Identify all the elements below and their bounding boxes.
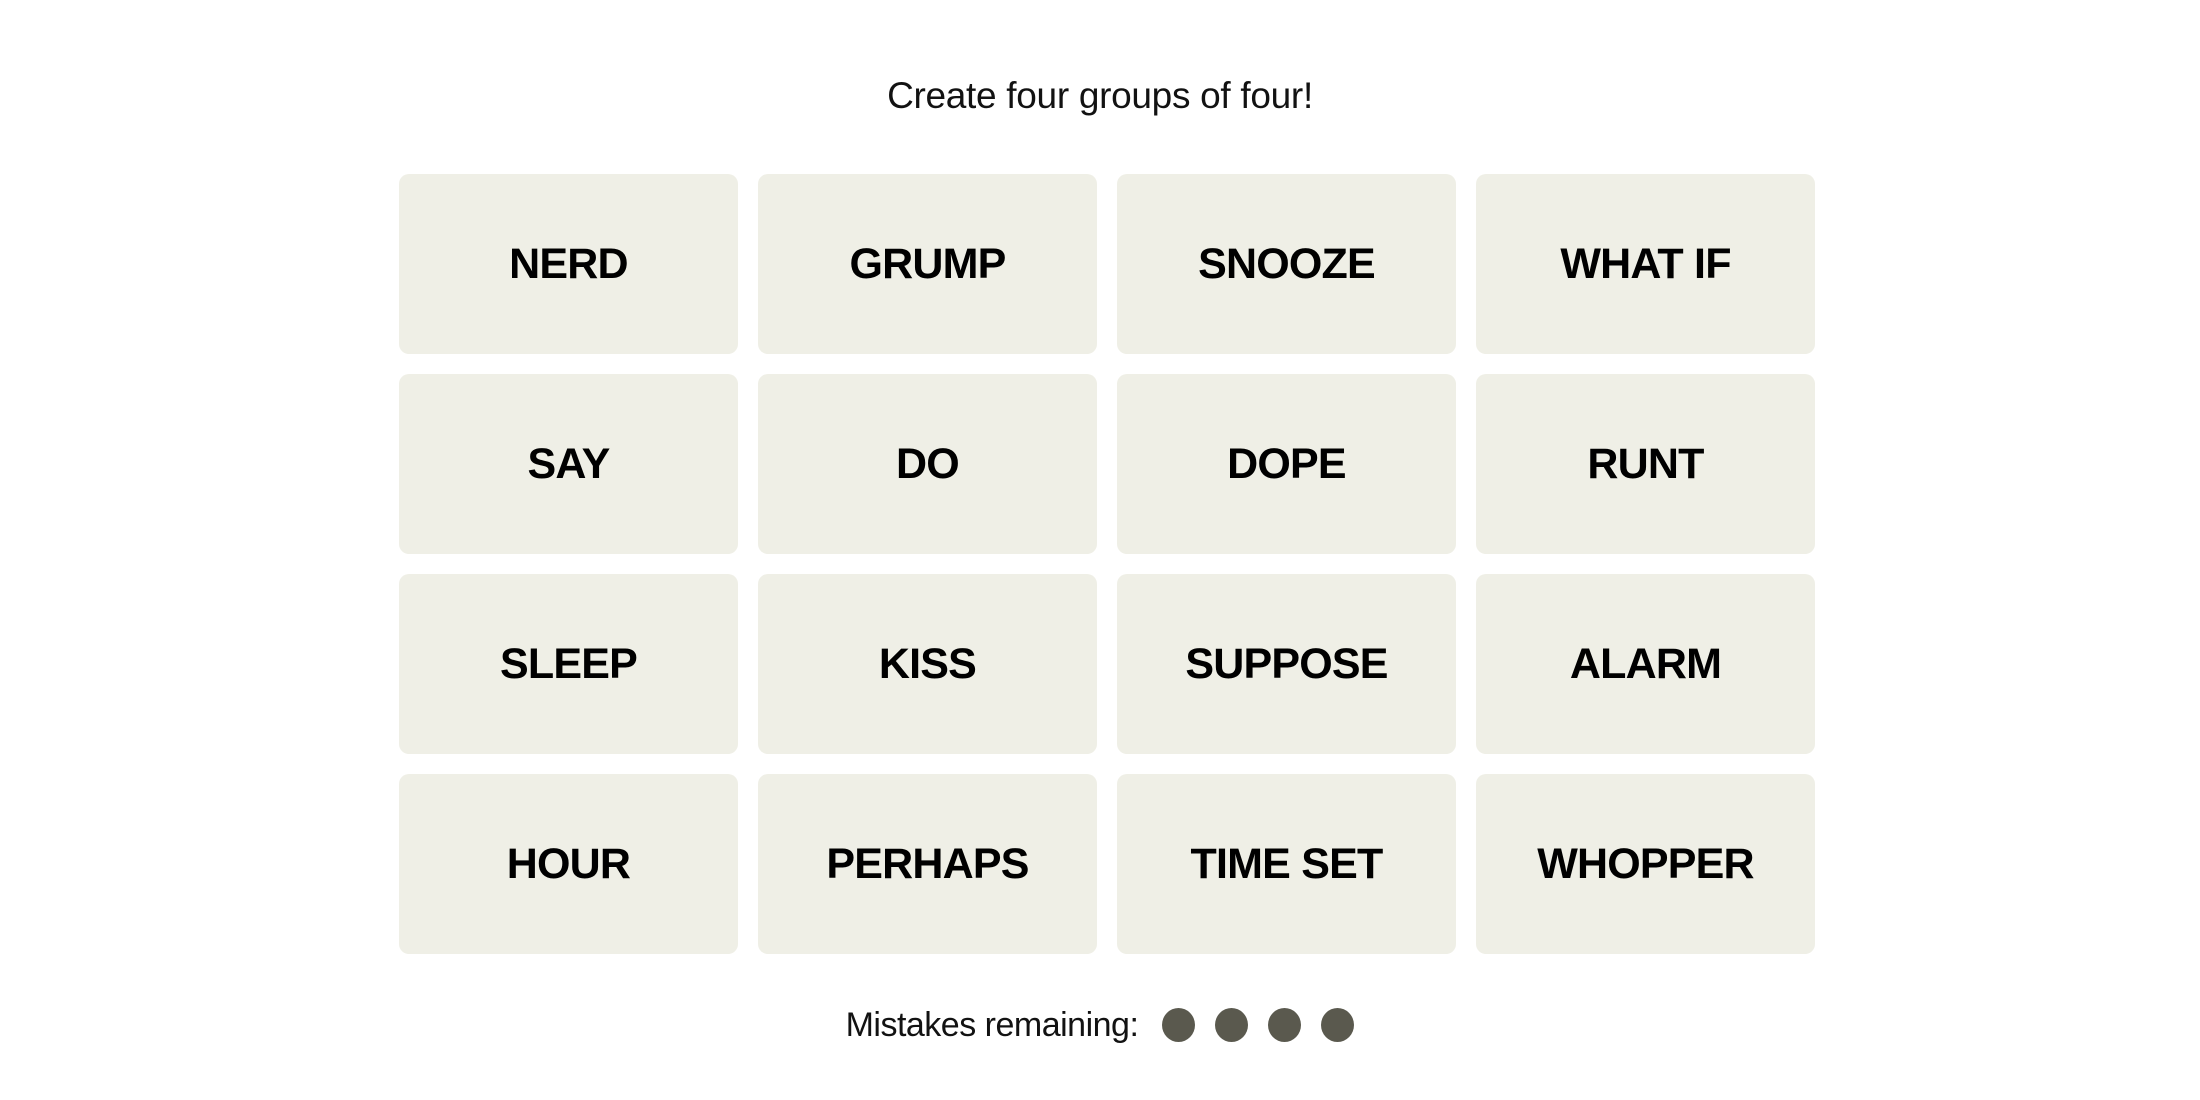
- mistake-dot-icon: [1162, 1008, 1196, 1042]
- word-tile[interactable]: TIME SET: [1117, 774, 1456, 954]
- word-grid: NERD GRUMP SNOOZE WHAT IF SAY DO DOPE RU…: [399, 174, 1815, 954]
- word-tile[interactable]: NERD: [399, 174, 738, 354]
- mistake-dot-icon: [1215, 1008, 1249, 1042]
- mistakes-label: Mistakes remaining:: [845, 1006, 1139, 1044]
- word-tile[interactable]: DOPE: [1117, 374, 1456, 554]
- word-tile[interactable]: RUNT: [1476, 374, 1815, 554]
- instructions-text: Create four groups of four!: [887, 75, 1313, 116]
- word-tile[interactable]: ALARM: [1476, 574, 1815, 754]
- word-tile[interactable]: DO: [758, 374, 1097, 554]
- mistakes-remaining: Mistakes remaining:: [0, 1005, 2200, 1045]
- mistake-dot-icon: [1321, 1008, 1355, 1042]
- word-tile[interactable]: SLEEP: [399, 574, 738, 754]
- mistake-dot-icon: [1268, 1008, 1302, 1042]
- word-tile[interactable]: HOUR: [399, 774, 738, 954]
- word-tile[interactable]: WHOPPER: [1476, 774, 1815, 954]
- mistake-dots: [1162, 1008, 1355, 1042]
- word-tile[interactable]: SUPPOSE: [1117, 574, 1456, 754]
- word-tile[interactable]: SNOOZE: [1117, 174, 1456, 354]
- word-tile[interactable]: WHAT IF: [1476, 174, 1815, 354]
- word-tile[interactable]: KISS: [758, 574, 1097, 754]
- word-tile[interactable]: PERHAPS: [758, 774, 1097, 954]
- word-tile[interactable]: GRUMP: [758, 174, 1097, 354]
- word-tile[interactable]: SAY: [399, 374, 738, 554]
